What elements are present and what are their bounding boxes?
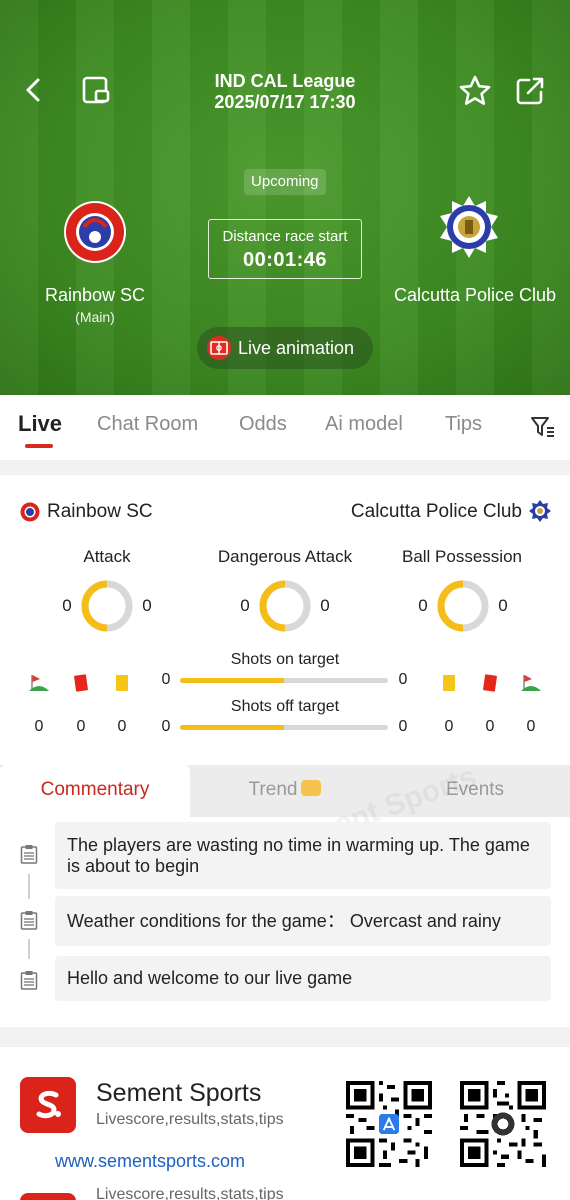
stats-home-name: Rainbow SC (47, 501, 153, 522)
tab-commentary[interactable]: Commentary (0, 765, 190, 817)
metric-label-ball-possession: Ball Possession (401, 547, 522, 566)
possession-donut (436, 579, 490, 633)
dangerous-attack-away-value: 0 (320, 596, 330, 615)
shots-off-target-label: Shots off target (230, 698, 340, 715)
corner-flag-icon-home (29, 673, 49, 693)
trend-badge-icon (301, 780, 322, 796)
app-promo-banner: Sement Sports Livescore,results,stats,ti… (0, 1047, 570, 1200)
away-corners-value: 0 (526, 718, 536, 735)
share-icon[interactable] (513, 74, 547, 108)
shots-on-target-label: Shots on target (230, 651, 340, 668)
commentary-item: The players are wasting no time in warmi… (55, 822, 551, 889)
clipboard-icon (20, 844, 38, 864)
shots-off-target-bar (180, 725, 388, 730)
yellow-card-icon-home (116, 675, 128, 691)
possession-away-value: 0 (498, 596, 508, 615)
attack-home-value: 0 (62, 596, 72, 615)
home-team-name[interactable]: Rainbow SC (10, 285, 180, 306)
home-yellow-cards-value: 0 (117, 718, 127, 735)
filter-icon[interactable] (530, 414, 556, 440)
stats-away-name: Calcutta Police Club (350, 501, 522, 522)
away-team-logo[interactable] (436, 194, 502, 260)
timeline-connector (28, 939, 30, 959)
dangerous-attack-donut (258, 579, 312, 633)
commentary-panel: Commentary Trend Events Sement Sports Th… (0, 765, 570, 1027)
attack-donut (80, 579, 134, 633)
home-red-cards-value: 0 (76, 718, 86, 735)
app-name: Sement Sports (96, 1079, 262, 1107)
tab-chat-room[interactable]: Chat Room (97, 413, 198, 436)
match-stats-card: Rainbow SC Calcutta Police Club Attack D… (0, 475, 570, 765)
app-tagline: Livescore,results,stats,tips (96, 1111, 284, 1128)
match-header: IND CAL League 2025/07/17 17:30 Upcoming… (0, 0, 570, 395)
app-logo-repeat (20, 1193, 76, 1200)
app-tagline-repeat: Livescore,results,stats,tips (96, 1186, 284, 1200)
app-website-link[interactable]: www.sementsports.com (55, 1151, 245, 1172)
away-mini-logo (529, 500, 551, 522)
tab-tips[interactable]: Tips (445, 413, 482, 436)
commentary-item: Hello and welcome to our live game (55, 956, 551, 1001)
tab-live[interactable]: Live (18, 411, 62, 437)
shots-on-target-bar-fill (180, 678, 284, 683)
attack-away-value: 0 (142, 596, 152, 615)
pitch-icon (207, 336, 231, 360)
live-animation-label: Live animation (238, 337, 355, 358)
active-tab-indicator (25, 444, 53, 448)
red-card-icon-home (73, 674, 89, 692)
tab-trend-label: Trend (248, 779, 298, 800)
commentary-item: Weather conditions for the game： Overcas… (55, 896, 551, 946)
live-animation-button[interactable]: Live animation (197, 327, 373, 369)
app-logo-icon (20, 1077, 76, 1133)
red-card-icon-away (482, 674, 498, 692)
metric-label-attack: Attack (83, 547, 131, 566)
home-team-logo[interactable] (62, 199, 128, 265)
shots-on-away-value: 0 (398, 671, 408, 688)
star-favorite-icon[interactable] (458, 74, 492, 108)
away-red-cards-value: 0 (485, 718, 495, 735)
match-status-badge: Upcoming (244, 169, 326, 195)
possession-home-value: 0 (418, 596, 428, 615)
main-tabs: Live Chat Room Odds Ai model Tips (0, 395, 570, 460)
shots-off-home-value: 0 (161, 718, 171, 735)
app-store-qr-code (346, 1081, 432, 1167)
tab-ai-model[interactable]: Ai model (325, 413, 403, 436)
away-team-name[interactable]: Calcutta Police Club (380, 285, 570, 306)
dangerous-attack-home-value: 0 (240, 596, 250, 615)
home-corners-value: 0 (34, 718, 44, 735)
away-yellow-cards-value: 0 (444, 718, 454, 735)
home-team-subtitle: (Main) (75, 309, 115, 325)
timeline-connector (28, 874, 30, 899)
tab-odds[interactable]: Odds (239, 413, 287, 436)
corner-flag-icon-away (521, 673, 541, 693)
countdown-value: 00:01:46 (242, 249, 328, 271)
shots-off-target-bar-fill (180, 725, 284, 730)
shots-off-away-value: 0 (398, 718, 408, 735)
shots-on-home-value: 0 (161, 671, 171, 688)
commentary-tabs: Commentary Trend Events (0, 765, 570, 817)
shots-on-target-bar (180, 678, 388, 683)
countdown-label: Distance race start (222, 228, 348, 245)
countdown-box: Distance race start 00:01:46 (208, 219, 362, 279)
metric-label-dangerous-attack: Dangerous Attack (217, 547, 353, 566)
clipboard-icon (20, 970, 38, 990)
yellow-card-icon-away (443, 675, 455, 691)
clipboard-icon (20, 910, 38, 930)
android-qr-code (460, 1081, 546, 1167)
home-mini-logo (20, 502, 40, 522)
